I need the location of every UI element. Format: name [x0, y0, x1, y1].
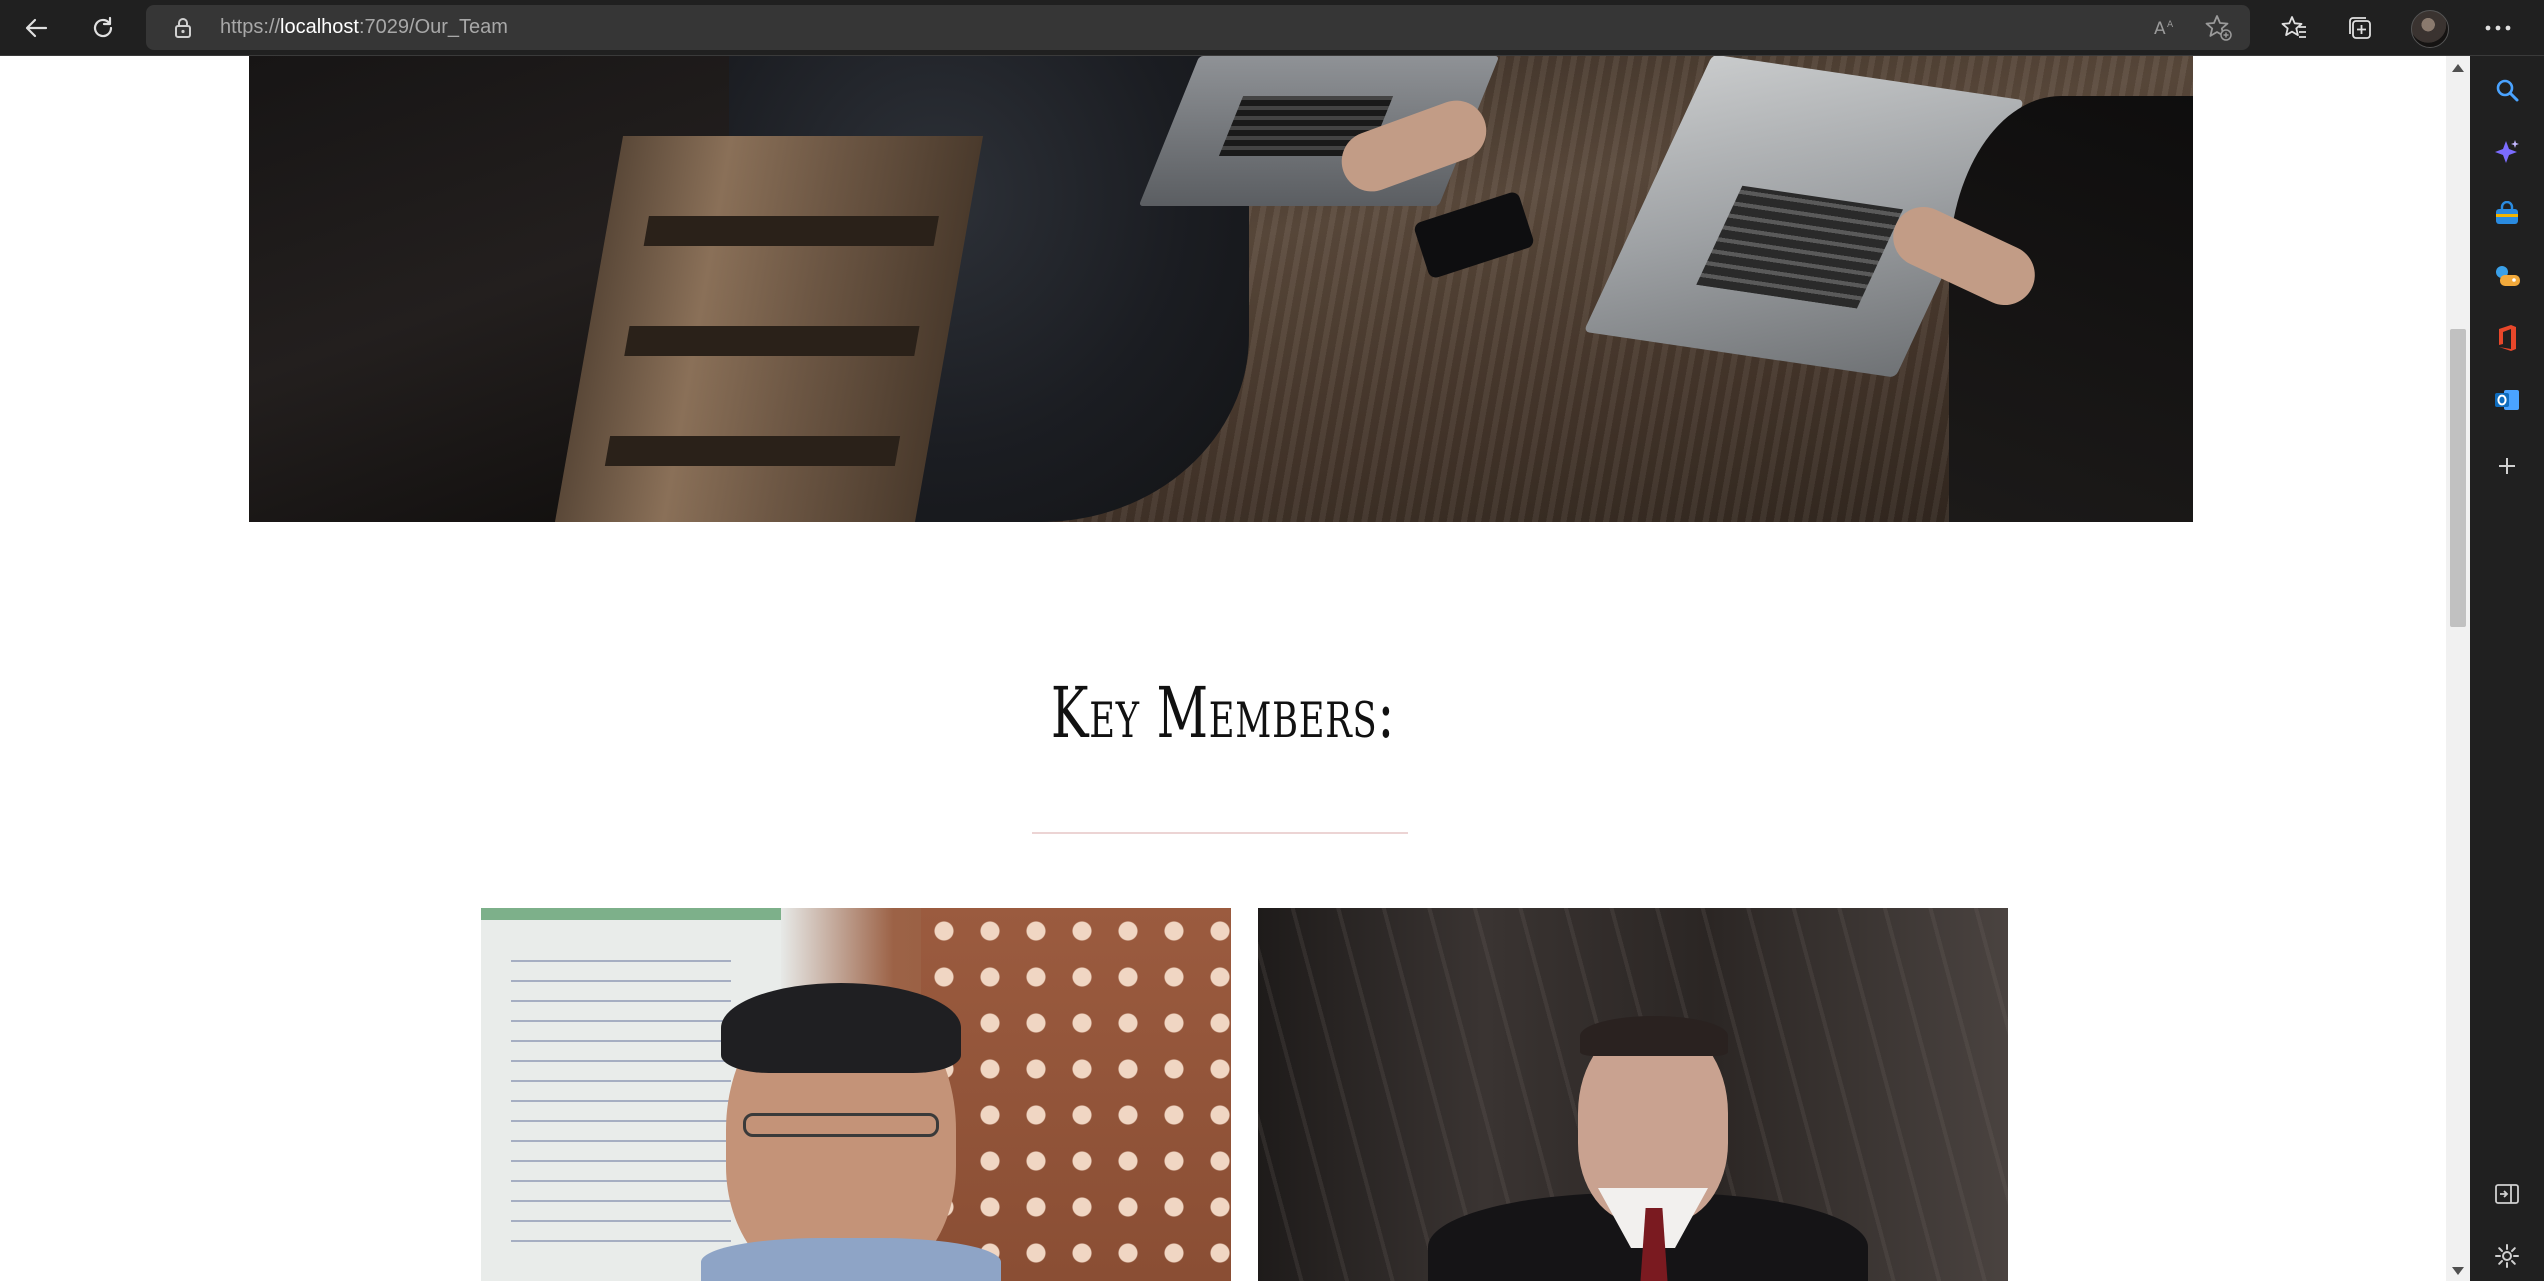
team-working-at-table-photo — [249, 56, 2193, 522]
photo-shirt — [701, 1238, 1001, 1281]
page-content: Key Members: — [0, 56, 2446, 1281]
member-photo-suit — [1258, 908, 2008, 1281]
office-icon[interactable] — [2487, 318, 2527, 358]
photo-hair — [1580, 1016, 1728, 1056]
games-icon[interactable] — [2487, 256, 2527, 296]
member-photo-glasses — [481, 908, 1231, 1281]
url-path: :7029/Our_Team — [358, 16, 508, 38]
scroll-up-icon[interactable] — [2452, 64, 2464, 72]
collections-icon[interactable] — [2340, 8, 2380, 48]
page-title: Key Members: — [1050, 672, 1396, 754]
scrollbar-thumb[interactable] — [2450, 329, 2466, 627]
url-scheme: https:// — [220, 16, 281, 38]
refresh-icon[interactable] — [83, 8, 123, 48]
favorites-icon[interactable] — [2274, 8, 2314, 48]
url-host: localhost — [280, 16, 359, 38]
more-icon[interactable] — [2478, 8, 2518, 48]
photo-background-lattice — [921, 908, 1231, 1281]
svg-text:A: A — [2167, 20, 2174, 30]
split-screen-icon[interactable] — [2487, 1174, 2527, 1214]
back-arrow-icon[interactable] — [16, 8, 56, 48]
copilot-icon[interactable] — [2487, 132, 2527, 172]
profile-avatar[interactable] — [2411, 10, 2449, 48]
scroll-down-icon[interactable] — [2452, 1267, 2464, 1275]
shopping-icon[interactable] — [2487, 194, 2527, 234]
lock-icon[interactable] — [174, 17, 192, 43]
browser-toolbar: https://localhost:7029/Our_Team AA — [0, 0, 2544, 56]
outlook-icon[interactable] — [2487, 380, 2527, 420]
hero-person-right — [1949, 96, 2193, 522]
hero-chair — [554, 136, 984, 522]
svg-text:A: A — [2154, 19, 2166, 39]
address-bar[interactable]: https://localhost:7029/Our_Team AA — [146, 5, 2250, 50]
photo-glasses — [743, 1113, 939, 1137]
add-icon[interactable] — [2487, 446, 2527, 486]
heading-divider — [1032, 832, 1408, 834]
add-favorite-icon[interactable] — [2200, 10, 2236, 46]
search-icon[interactable] — [2487, 70, 2527, 110]
address-url[interactable]: https://localhost:7029/Our_Team — [220, 5, 508, 50]
edge-sidebar — [2470, 56, 2544, 1281]
read-aloud-icon[interactable]: AA — [2148, 10, 2184, 46]
photo-hair — [721, 983, 961, 1073]
page-scrollbar[interactable] — [2446, 56, 2470, 1281]
settings-icon[interactable] — [2487, 1236, 2527, 1276]
